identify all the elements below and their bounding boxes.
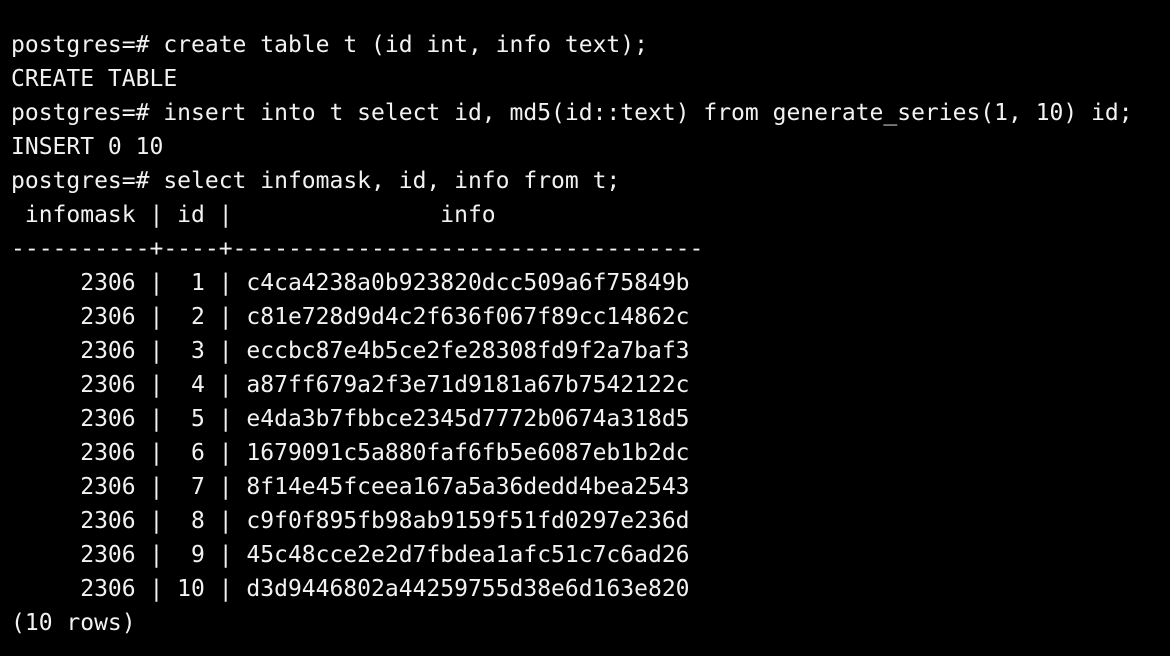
command-create-table: postgres=# create table t (id int, info … bbox=[11, 32, 648, 58]
row-count: (10 rows) bbox=[11, 610, 136, 636]
command-insert: postgres=# insert into t select id, md5(… bbox=[11, 100, 1133, 126]
result-row: 2306 | 3 | eccbc87e4b5ce2fe28308fd9f2a7b… bbox=[11, 338, 690, 364]
result-row: 2306 | 9 | 45c48cce2e2d7fbdea1afc51c7c6a… bbox=[11, 542, 690, 568]
result-row: 2306 | 5 | e4da3b7fbbce2345d7772b0674a31… bbox=[11, 406, 690, 432]
result-row: 2306 | 8 | c9f0f895fb98ab9159f51fd0297e2… bbox=[11, 508, 690, 534]
command-select: postgres=# select infomask, id, info fro… bbox=[11, 168, 621, 194]
result-row: 2306 | 6 | 1679091c5a880faf6fb5e6087eb1b… bbox=[11, 440, 690, 466]
result-row: 2306 | 10 | d3d9446802a44259755d38e6d163… bbox=[11, 576, 690, 602]
output-create-table: CREATE TABLE bbox=[11, 66, 178, 92]
result-separator: ----------+----+------------------------… bbox=[11, 236, 704, 262]
result-row: 2306 | 4 | a87ff679a2f3e71d9181a67b75421… bbox=[11, 372, 690, 398]
result-row: 2306 | 2 | c81e728d9d4c2f636f067f89cc148… bbox=[11, 304, 690, 330]
terminal-window[interactable]: postgres=# create table t (id int, info … bbox=[0, 0, 1170, 656]
result-row: 2306 | 7 | 8f14e45fceea167a5a36dedd4bea2… bbox=[11, 474, 690, 500]
result-row: 2306 | 1 | c4ca4238a0b923820dcc509a6f758… bbox=[11, 270, 690, 296]
result-header: infomask | id | info bbox=[11, 202, 496, 228]
output-insert: INSERT 0 10 bbox=[11, 134, 164, 160]
